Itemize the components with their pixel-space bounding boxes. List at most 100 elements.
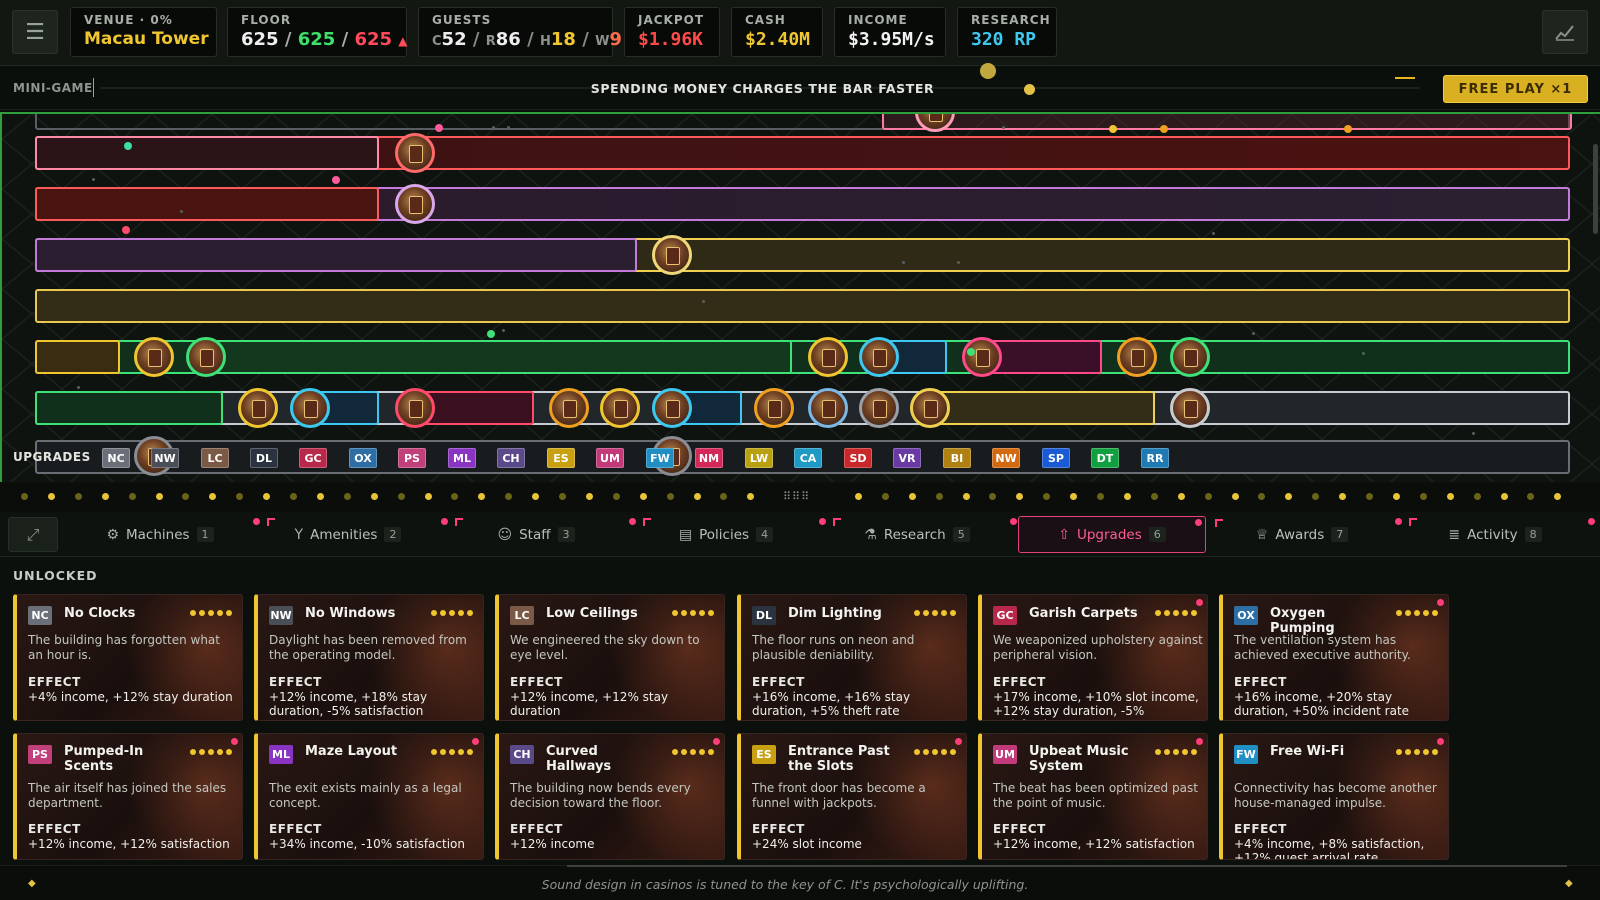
upgrade-chip-lw[interactable]: LW — [745, 448, 773, 468]
effect-label: EFFECT — [510, 675, 563, 689]
slot-machine-icon[interactable] — [962, 337, 1002, 377]
slot-machine-icon[interactable] — [1170, 388, 1210, 428]
upgrade-chip-fw[interactable]: FW — [646, 448, 674, 468]
upgrade-chip-nc[interactable]: NC — [102, 448, 130, 468]
machines-icon: ⚙ — [106, 526, 119, 543]
upgrade-card-ox[interactable]: OX Oxygen Pumping The ventilation system h… — [1219, 594, 1449, 721]
upgrade-chip-rr[interactable]: RR — [1141, 448, 1169, 468]
slot-machine-icon[interactable] — [808, 337, 848, 377]
upgrade-chip-ch[interactable]: CH — [497, 448, 525, 468]
slot-machine-icon[interactable] — [395, 184, 435, 224]
slot-machine-icon[interactable] — [134, 337, 174, 377]
slot-machine-icon[interactable] — [395, 388, 435, 428]
machine-bar — [35, 391, 223, 425]
upgrade-chip-sp[interactable]: SP — [1042, 448, 1070, 468]
roulette-table-icon[interactable] — [186, 337, 226, 377]
upgrade-chip-lc[interactable]: LC — [201, 448, 229, 468]
upgrade-chip-bi[interactable]: BI — [943, 448, 971, 468]
rail-dot — [1392, 493, 1400, 500]
upgrade-chip-ml[interactable]: ML — [448, 448, 476, 468]
resize-rail[interactable]: ⠿⠿⠿ — [0, 483, 1600, 511]
slot-machine-icon[interactable] — [652, 388, 692, 428]
rail-dot — [370, 493, 378, 500]
slot-machine-icon[interactable] — [600, 388, 640, 428]
new-badge-dot — [1196, 599, 1203, 606]
tab-awards[interactable]: ♕ Awards 7 — [1212, 516, 1417, 553]
rating-stars — [672, 749, 714, 755]
upgrade-chip-ps[interactable]: PS — [398, 448, 426, 468]
minigame-bar: MINI-GAME SPENDING MONEY CHARGES THE BAR… — [0, 63, 1600, 110]
upgrade-chip-nm[interactable]: NM — [695, 448, 723, 468]
star-pip — [699, 610, 705, 616]
upgrade-description: The building now bends every decision to… — [510, 781, 691, 810]
star-pip — [1164, 610, 1170, 616]
roulette-table-icon[interactable] — [1170, 337, 1210, 377]
board-scrollbar[interactable] — [1593, 144, 1598, 234]
tab-upgrades[interactable]: ⇧ Upgrades 6 — [1018, 516, 1223, 553]
drag-handle-icon[interactable]: ⠿⠿⠿ — [783, 490, 810, 503]
tab-research[interactable]: ⚗ Research 5 — [827, 516, 1032, 553]
tab-machines[interactable]: ⚙ Machines 1 — [70, 516, 275, 553]
upgrade-chip-dl[interactable]: DL — [250, 448, 278, 468]
upgrade-card-ch[interactable]: CH Curved Hallways The building now bends … — [495, 733, 725, 860]
minigame-charge-fill — [1395, 77, 1415, 79]
upgrade-card-ml[interactable]: ML Maze Layout The exit exists mainly as a… — [254, 733, 484, 860]
slot-machine-icon[interactable] — [859, 388, 899, 428]
rail-dot — [290, 493, 297, 500]
upgrade-card-lc[interactable]: LC Low Ceilings We engineered the sky down… — [495, 594, 725, 721]
upgrade-card-ps[interactable]: PS Pumped-In Scents The air itself has joi… — [13, 733, 243, 860]
roulette-table-icon[interactable] — [859, 337, 899, 377]
upgrade-card-um[interactable]: UM Upbeat Music System The beat has been o… — [978, 733, 1208, 860]
slot-machine-icon[interactable] — [754, 388, 794, 428]
notification-dot — [819, 518, 826, 525]
star-pip — [923, 749, 929, 755]
tab-label: Activity — [1467, 526, 1518, 543]
tab-amenities[interactable]: Y Amenities 2 — [258, 516, 463, 553]
upgrade-chip-dt[interactable]: DT — [1091, 448, 1119, 468]
menu-button[interactable]: ☰ — [12, 10, 58, 54]
upgrade-card-nc[interactable]: NC No Clocks The building has forgotten wh… — [13, 594, 243, 721]
slot-machine-icon[interactable] — [290, 388, 330, 428]
upgrade-card-dl[interactable]: DL Dim Lighting The floor runs on neon and… — [737, 594, 967, 721]
upgrade-card-fw[interactable]: FW Free Wi-Fi Connectivity has become anot… — [1219, 733, 1449, 860]
expand-button[interactable]: ⤢ — [8, 517, 58, 552]
rail-dot — [74, 493, 82, 500]
tab-activity[interactable]: ≣ Activity 8 — [1405, 516, 1595, 553]
floor-lane — [35, 289, 1570, 323]
upgrade-chip-nw[interactable]: NW — [151, 448, 179, 468]
upgrade-chip-vr[interactable]: VR — [893, 448, 921, 468]
tab-staff[interactable]: ☺ Staff 3 — [446, 516, 651, 553]
rail-dot — [1312, 493, 1320, 500]
slot-machine-icon[interactable] — [238, 388, 278, 428]
slot-machine-icon[interactable] — [808, 388, 848, 428]
slot-machine-icon[interactable] — [1117, 337, 1157, 377]
upgrade-card-es[interactable]: ES Entrance Past the Slots The front door … — [737, 733, 967, 860]
upgrade-code-badge: NC — [28, 606, 52, 625]
upgrade-card-gc[interactable]: GC Garish Carpets We weaponized upholstery… — [978, 594, 1208, 721]
slot-machine-icon[interactable] — [549, 388, 589, 428]
star-pip — [690, 749, 696, 755]
upgrade-chip-ca[interactable]: CA — [794, 448, 822, 468]
upgrade-chip-nw[interactable]: NW — [992, 448, 1020, 468]
star-pip — [1414, 749, 1420, 755]
star-pip — [1405, 749, 1411, 755]
floor-current: 625 — [241, 29, 279, 50]
upgrade-card-nw[interactable]: NW No Windows Daylight has been removed fr… — [254, 594, 484, 721]
upgrade-chip-gc[interactable]: GC — [299, 448, 327, 468]
stats-chart-button[interactable] — [1542, 10, 1588, 54]
upgrade-chip-es[interactable]: ES — [547, 448, 575, 468]
slot-machine-icon[interactable] — [910, 388, 950, 428]
upgrade-chip-sd[interactable]: SD — [844, 448, 872, 468]
casino-floor-board[interactable] — [0, 112, 1600, 482]
notification-dot — [629, 518, 636, 525]
tab-policies[interactable]: ▤ Policies 4 — [636, 516, 841, 553]
guests-c: 52 — [441, 29, 467, 50]
star-pip — [217, 610, 223, 616]
venue-stat[interactable]: VENUE · 0% Macau Tower — [70, 7, 217, 57]
upgrade-chip-ox[interactable]: OX — [349, 448, 377, 468]
free-play-button[interactable]: FREE PLAY ×1 — [1443, 75, 1588, 103]
expand-icon: ⤢ — [26, 524, 40, 544]
slot-machine-icon[interactable] — [652, 235, 692, 275]
slot-machine-icon[interactable] — [395, 133, 435, 173]
upgrade-chip-um[interactable]: UM — [596, 448, 624, 468]
